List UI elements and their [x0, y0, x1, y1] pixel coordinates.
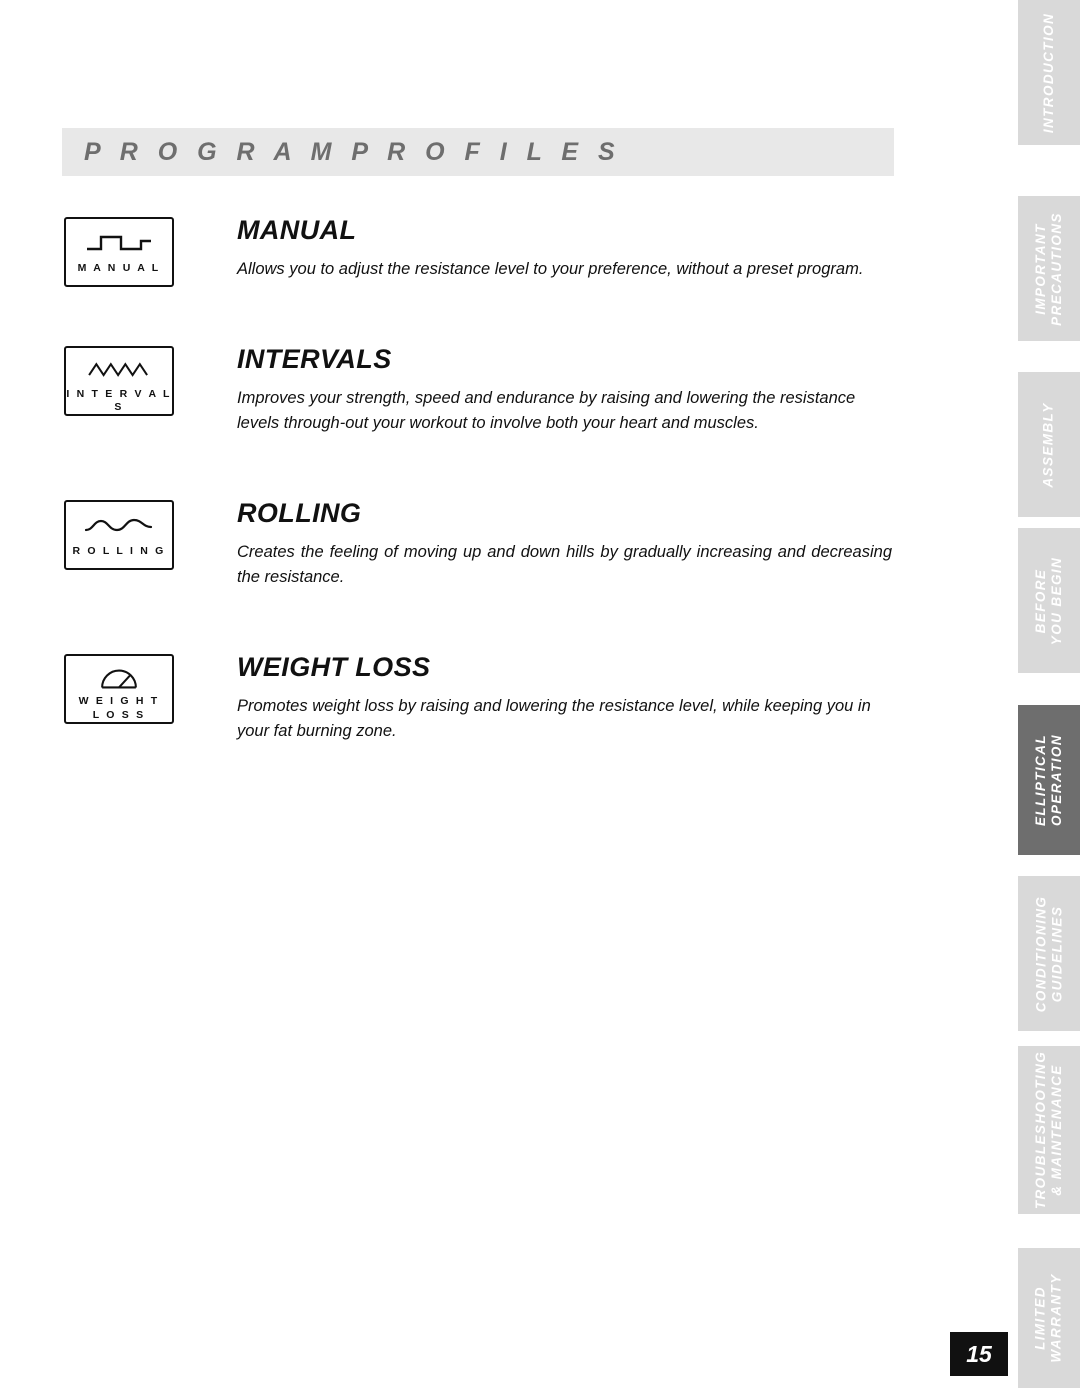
tab-label-conditioning-guidelines-line1: CONDITIONING	[1033, 895, 1048, 1012]
tab-label-introduction: INTRODUCTION	[1041, 12, 1057, 133]
weight-loss-description: Promotes weight loss by raising and lowe…	[237, 697, 871, 740]
weight-loss-icon-label-line1: W E I G H T	[78, 695, 160, 707]
tab-label-before-you-begin-line1: BEFORE	[1033, 568, 1048, 633]
weight-loss-heading: WEIGHT LOSS	[237, 652, 431, 682]
manual-icon-box: M A N U A L	[64, 217, 174, 287]
sidebar-item-conditioning-guidelines[interactable]: CONDITIONING GUIDELINES	[1018, 876, 1080, 1031]
rolling-icon-box: R O L L I N G	[64, 500, 174, 570]
tab-label-limited-warranty-line1: LIMITED	[1033, 1286, 1049, 1350]
tab-label-elliptical-operation: ELLIPTICAL OPERATION	[1033, 734, 1065, 826]
rolling-description: Creates the feeling of moving up and dow…	[237, 543, 892, 586]
weight-loss-profile-icon	[101, 669, 137, 689]
manual-text-block: MANUAL Allows you to adjust the resistan…	[237, 215, 894, 282]
tab-label-troubleshooting-maintenance: TROUBLESHOOTING & MAINTENANCE	[1033, 1051, 1065, 1209]
rolling-icon-label: R O L L I N G	[72, 545, 166, 557]
tab-label-limited-warranty: LIMITED WARRANTY	[1033, 1273, 1065, 1362]
intervals-heading: INTERVALS	[237, 344, 392, 374]
tab-label-important-precautions-line2: PRECAUTIONS	[1049, 211, 1065, 326]
weight-loss-icon-label-line2: L O S S	[92, 709, 146, 721]
program-entry-rolling: R O L L I N G ROLLING Creates the feelin…	[62, 498, 894, 590]
tab-label-conditioning-guidelines: CONDITIONING GUIDELINES	[1033, 895, 1065, 1012]
page-number: 15	[950, 1332, 1008, 1376]
intervals-text-block: INTERVALS Improves your strength, speed …	[237, 344, 894, 436]
rolling-profile-icon	[84, 518, 153, 532]
program-entry-manual: M A N U A L MANUAL Allows you to adjust …	[62, 215, 894, 287]
manual-description: Allows you to adjust the resistance leve…	[237, 260, 864, 278]
tab-label-important-precautions-line1: IMPORTANT	[1033, 222, 1049, 315]
tab-label-before-you-begin-line2: YOU BEGIN	[1049, 556, 1064, 645]
tab-label-elliptical-operation-line2: OPERATION	[1049, 734, 1064, 826]
sidebar-item-before-you-begin[interactable]: BEFORE YOU BEGIN	[1018, 528, 1080, 673]
page-title: P R O G R A M P R O F I L E S	[84, 137, 622, 166]
rolling-text-block: ROLLING Creates the feeling of moving up…	[237, 498, 894, 590]
program-profiles-list: M A N U A L MANUAL Allows you to adjust …	[62, 215, 894, 788]
page-title-bar: P R O G R A M P R O F I L E S	[62, 128, 894, 176]
tab-label-assembly: ASSEMBLY	[1041, 401, 1056, 488]
intervals-description: Improves your strength, speed and endura…	[237, 389, 856, 432]
sidebar-item-assembly[interactable]: ASSEMBLY	[1018, 372, 1080, 517]
weight-loss-icon-box: W E I G H T L O S S	[64, 654, 174, 724]
sidebar-item-introduction[interactable]: INTRODUCTION	[1018, 0, 1080, 145]
manual-profile-icon	[87, 235, 151, 251]
tab-label-before-you-begin: BEFORE YOU BEGIN	[1033, 556, 1065, 644]
tab-label-troubleshooting-maintenance-line1: TROUBLESHOOTING	[1033, 1050, 1048, 1210]
sidebar-item-troubleshooting-maintenance[interactable]: TROUBLESHOOTING & MAINTENANCE	[1018, 1046, 1080, 1214]
intervals-icon-box: I N T E R V A L S	[64, 346, 174, 416]
program-entry-intervals: I N T E R V A L S INTERVALS Improves you…	[62, 344, 894, 436]
tab-label-limited-warranty-line2: WARRANTY	[1049, 1273, 1065, 1363]
sidebar-item-limited-warranty[interactable]: LIMITED WARRANTY	[1018, 1248, 1080, 1388]
sidebar-item-elliptical-operation[interactable]: ELLIPTICAL OPERATION	[1018, 705, 1080, 855]
tab-label-troubleshooting-maintenance-line2: & MAINTENANCE	[1049, 1064, 1064, 1196]
program-entry-weight-loss: W E I G H T L O S S WEIGHT LOSS Promotes…	[62, 652, 894, 744]
manual-icon-label: M A N U A L	[77, 262, 161, 274]
manual-heading: MANUAL	[237, 215, 357, 245]
section-tab-rail: INTRODUCTION IMPORTANT PRECAUTIONS ASSEM…	[1000, 0, 1080, 1397]
sidebar-item-important-precautions[interactable]: IMPORTANT PRECAUTIONS	[1018, 196, 1080, 341]
weight-loss-text-block: WEIGHT LOSS Promotes weight loss by rais…	[237, 652, 894, 744]
tab-label-conditioning-guidelines-line2: GUIDELINES	[1049, 905, 1064, 1002]
intervals-profile-icon	[88, 362, 148, 377]
tab-label-important-precautions: IMPORTANT PRECAUTIONS	[1033, 212, 1065, 326]
tab-label-elliptical-operation-line1: ELLIPTICAL	[1033, 734, 1048, 826]
intervals-icon-label: I N T E R V A L S	[66, 388, 172, 413]
rolling-heading: ROLLING	[237, 498, 362, 528]
